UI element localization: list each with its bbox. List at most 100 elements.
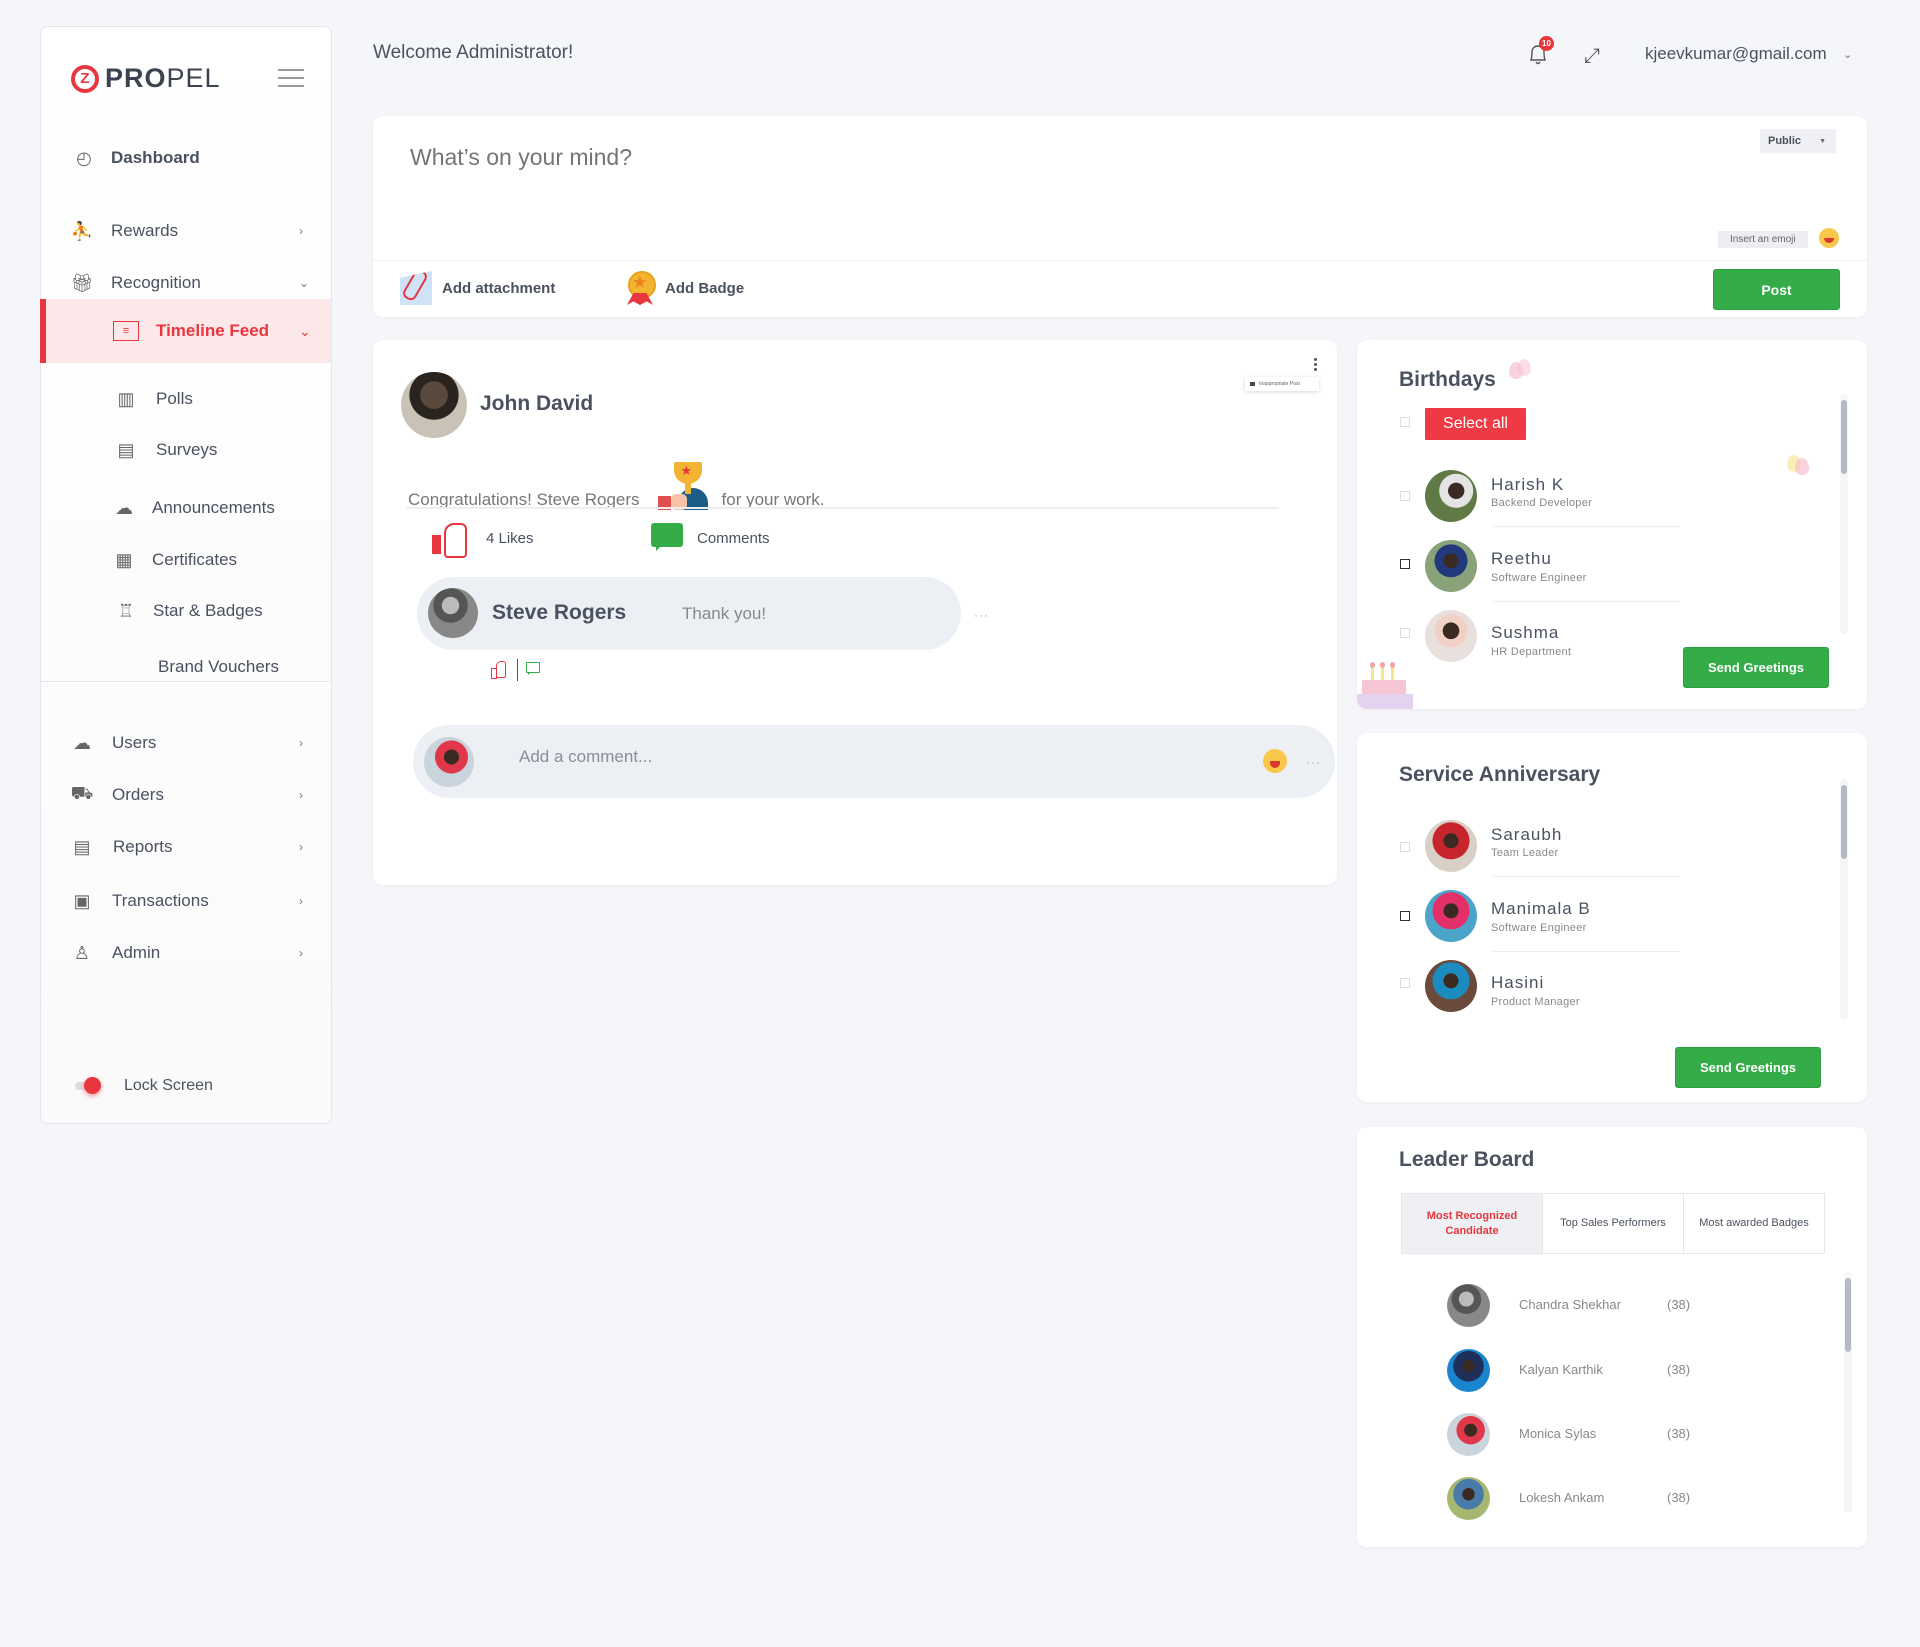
comment-like-icon[interactable] xyxy=(491,661,506,679)
leader-count: (38) xyxy=(1667,1490,1691,1505)
like-button[interactable]: 4 Likes xyxy=(432,520,534,558)
leaderboard-scrollbar[interactable] xyxy=(1844,1272,1852,1512)
sidebar-item-admin[interactable]: ♙ Admin › xyxy=(41,933,331,973)
sidebar-item-label: Transactions xyxy=(112,891,209,910)
welcome-message: Welcome Administrator! xyxy=(373,42,574,63)
post-divider xyxy=(406,507,1279,509)
person-avatar xyxy=(1425,960,1477,1012)
post-button[interactable]: Post xyxy=(1713,269,1840,310)
sidebar: Z PROPEL ◴ Dashboard ⛹ Rewards › 🎁︎ Reco… xyxy=(40,26,332,1124)
sidebar-item-certificates[interactable]: ▦ Certificates xyxy=(41,540,331,580)
person-role: Product Manager xyxy=(1491,996,1580,1008)
add-badge-label: Add Badge xyxy=(665,279,745,297)
emoji-icon[interactable] xyxy=(1263,749,1287,773)
emoji-icon[interactable] xyxy=(1819,228,1839,248)
leader-name: Lokesh Ankam xyxy=(1519,1490,1605,1505)
logo[interactable]: Z PROPEL xyxy=(71,63,221,94)
scrollbar-thumb[interactable] xyxy=(1845,1278,1851,1352)
comment-reply-icon[interactable] xyxy=(526,662,540,675)
sidebar-item-users[interactable]: ☁ Users › xyxy=(41,723,331,763)
person-checkbox[interactable] xyxy=(1400,559,1410,569)
post-author[interactable]: John David xyxy=(480,392,593,416)
sidebar-item-star-badges[interactable]: ♖ Star & Badges xyxy=(41,591,331,631)
sidebar-item-label: Star & Badges xyxy=(153,601,263,620)
person-checkbox[interactable] xyxy=(1400,978,1410,988)
sidebar-item-timeline-feed[interactable]: ≡ Timeline Feed ⌄ xyxy=(40,299,331,363)
chevron-down-icon: ⌄ xyxy=(299,322,311,339)
leader-avatar xyxy=(1447,1349,1490,1392)
leader-name: Chandra Shekhar xyxy=(1519,1297,1621,1312)
comment-action-divider xyxy=(517,659,518,681)
certificate-icon: ▦ xyxy=(115,549,133,570)
author-avatar[interactable] xyxy=(401,372,467,438)
leader-count: (38) xyxy=(1667,1362,1691,1377)
toggle-switch[interactable] xyxy=(75,1077,101,1094)
report-inappropriate-option[interactable]: Inappropriate Post xyxy=(1245,377,1319,391)
sidebar-item-label: Dashboard xyxy=(111,148,200,167)
sidebar-item-transactions[interactable]: ▣ Transactions › xyxy=(41,881,331,921)
sidebar-divider xyxy=(41,681,331,682)
send-greetings-button[interactable]: Send Greetings xyxy=(1675,1047,1821,1088)
select-all-button[interactable]: Select all xyxy=(1425,408,1526,440)
sidebar-item-announcements[interactable]: ☁ Announcements xyxy=(41,488,331,528)
person-checkbox[interactable] xyxy=(1400,842,1410,852)
balloon-icon xyxy=(1795,458,1809,475)
anniversary-scrollbar[interactable] xyxy=(1840,779,1848,1019)
post-input[interactable] xyxy=(410,144,1710,171)
presenter-icon: ⛹ xyxy=(70,220,94,241)
row-divider xyxy=(1493,526,1680,527)
select-all-checkbox[interactable] xyxy=(1400,417,1410,427)
add-badge-button[interactable]: Add Badge xyxy=(623,268,744,308)
person-checkbox[interactable] xyxy=(1400,911,1410,921)
comments-button[interactable]: Comments xyxy=(651,520,770,556)
fullscreen-icon[interactable]: ⤢ xyxy=(1584,45,1600,68)
feed-icon: ≡ xyxy=(113,321,139,341)
gauge-icon: ◴ xyxy=(76,147,92,168)
person-avatar xyxy=(1425,890,1477,942)
survey-icon: ▤ xyxy=(117,439,135,460)
person-name: Manimala B xyxy=(1491,899,1591,918)
send-greetings-button[interactable]: Send Greetings xyxy=(1683,647,1829,688)
visibility-select[interactable]: Public ▼ xyxy=(1760,129,1836,153)
person-checkbox[interactable] xyxy=(1400,628,1410,638)
leader-board-widget: Leader Board Most Recognized Candidate T… xyxy=(1357,1127,1867,1547)
sidebar-item-label: Recognition xyxy=(111,273,201,292)
comment-input[interactable] xyxy=(519,747,1239,767)
tab-most-awarded[interactable]: Most awarded Badges xyxy=(1683,1194,1824,1253)
sidebar-item-surveys[interactable]: ▤ Surveys xyxy=(41,430,331,470)
sidebar-item-dashboard[interactable]: ◴ Dashboard xyxy=(41,138,331,178)
paperclip-icon xyxy=(400,271,432,305)
menu-toggle-icon[interactable] xyxy=(278,69,304,87)
user-menu[interactable]: kjeevkumar@gmail.com xyxy=(1645,44,1827,64)
scrollbar-thumb[interactable] xyxy=(1841,785,1847,859)
comment-input-more-icon[interactable]: ··· xyxy=(1306,755,1321,769)
commenter-avatar[interactable] xyxy=(428,588,478,638)
birthdays-scrollbar[interactable] xyxy=(1840,394,1848,634)
add-attachment-button[interactable]: Add attachment xyxy=(400,268,555,308)
person-avatar xyxy=(1425,820,1477,872)
person-checkbox[interactable] xyxy=(1400,491,1410,501)
commenter-name[interactable]: Steve Rogers xyxy=(492,601,626,625)
sidebar-item-polls[interactable]: ▥ Polls xyxy=(41,379,331,419)
chevron-down-icon[interactable]: ⌄ xyxy=(1843,48,1852,61)
tab-most-recognized[interactable]: Most Recognized Candidate xyxy=(1402,1194,1542,1253)
sidebar-item-rewards[interactable]: ⛹ Rewards › xyxy=(41,211,331,251)
lock-screen-toggle[interactable]: Lock Screen xyxy=(75,1077,213,1095)
sidebar-item-recognition[interactable]: 🎁︎ Recognition ⌄ xyxy=(41,263,331,303)
scrollbar-thumb[interactable] xyxy=(1841,400,1847,474)
person-name: Saraubh xyxy=(1491,825,1563,844)
sidebar-item-reports[interactable]: ▤ Reports › xyxy=(41,827,331,867)
cart-icon: ⛟ xyxy=(70,783,94,803)
tab-top-sales[interactable]: Top Sales Performers xyxy=(1542,1194,1683,1253)
leader-avatar xyxy=(1447,1477,1490,1520)
notifications-button[interactable]: 10 xyxy=(1527,36,1554,66)
person-name: Sushma xyxy=(1491,623,1560,642)
add-attachment-label: Add attachment xyxy=(442,279,556,297)
balloon-icon xyxy=(1517,359,1531,376)
comment-more-icon[interactable]: ··· xyxy=(974,608,989,622)
sidebar-item-label: Brand Vouchers xyxy=(158,657,279,676)
sidebar-item-orders[interactable]: ⛟ Orders › xyxy=(41,775,331,815)
more-vertical-icon[interactable] xyxy=(1314,358,1318,374)
current-user-avatar xyxy=(424,737,474,787)
group-icon: ☁ xyxy=(115,497,133,518)
